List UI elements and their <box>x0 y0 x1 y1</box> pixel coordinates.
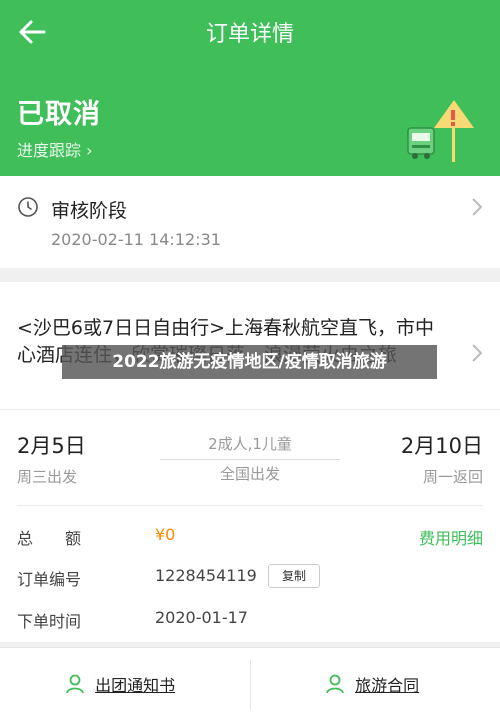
progress-tracking-link[interactable]: 进度跟踪 › <box>17 137 93 161</box>
person-icon <box>326 674 344 694</box>
travel-notice-label: 出团通知书 <box>95 676 176 695</box>
start-date: 2月5日 <box>17 434 86 458</box>
chevron-right-icon <box>472 198 483 216</box>
overlay-banner: 2022旅游无疫情地区/疫情取消旅游 <box>62 345 437 379</box>
end-day: 周一返回 <box>422 468 483 486</box>
person-icon <box>66 674 84 694</box>
total-label: 总 额 <box>17 529 82 548</box>
order-time-label: 下单时间 <box>17 612 82 631</box>
chevron-right-icon <box>472 344 483 362</box>
divider <box>0 409 500 410</box>
end-date: 2月10日 <box>400 434 483 458</box>
divider <box>250 660 251 710</box>
nav-bar: 订单详情 <box>0 0 500 64</box>
travel-notice-button[interactable]: 出团通知书 <box>64 672 175 698</box>
travelers-count: 2成人,1儿童 <box>160 433 340 460</box>
order-number-label: 订单编号 <box>17 570 82 589</box>
review-stage-title: 审核阶段 <box>51 200 128 222</box>
review-stage-time: 2020-02-11 14:12:31 <box>51 230 221 249</box>
page-title: 订单详情 <box>205 22 294 47</box>
bus-stop-sign-icon <box>407 100 474 162</box>
clock-icon <box>18 197 38 217</box>
divider <box>17 505 483 506</box>
order-status: 已取消 <box>17 99 101 130</box>
departure-city: 全国出发 <box>219 465 280 483</box>
travel-contract-button[interactable]: 旅游合同 <box>324 672 419 698</box>
travel-contract-label: 旅游合同 <box>355 676 420 695</box>
copy-button[interactable]: 复制 <box>268 564 320 588</box>
start-day: 周三出发 <box>17 468 78 486</box>
fee-details-link[interactable]: 费用明细 <box>419 525 483 549</box>
order-time: 2020-01-17 <box>155 608 248 627</box>
total-amount: ¥0 <box>155 525 176 544</box>
order-number: 1228454119 <box>155 566 257 585</box>
